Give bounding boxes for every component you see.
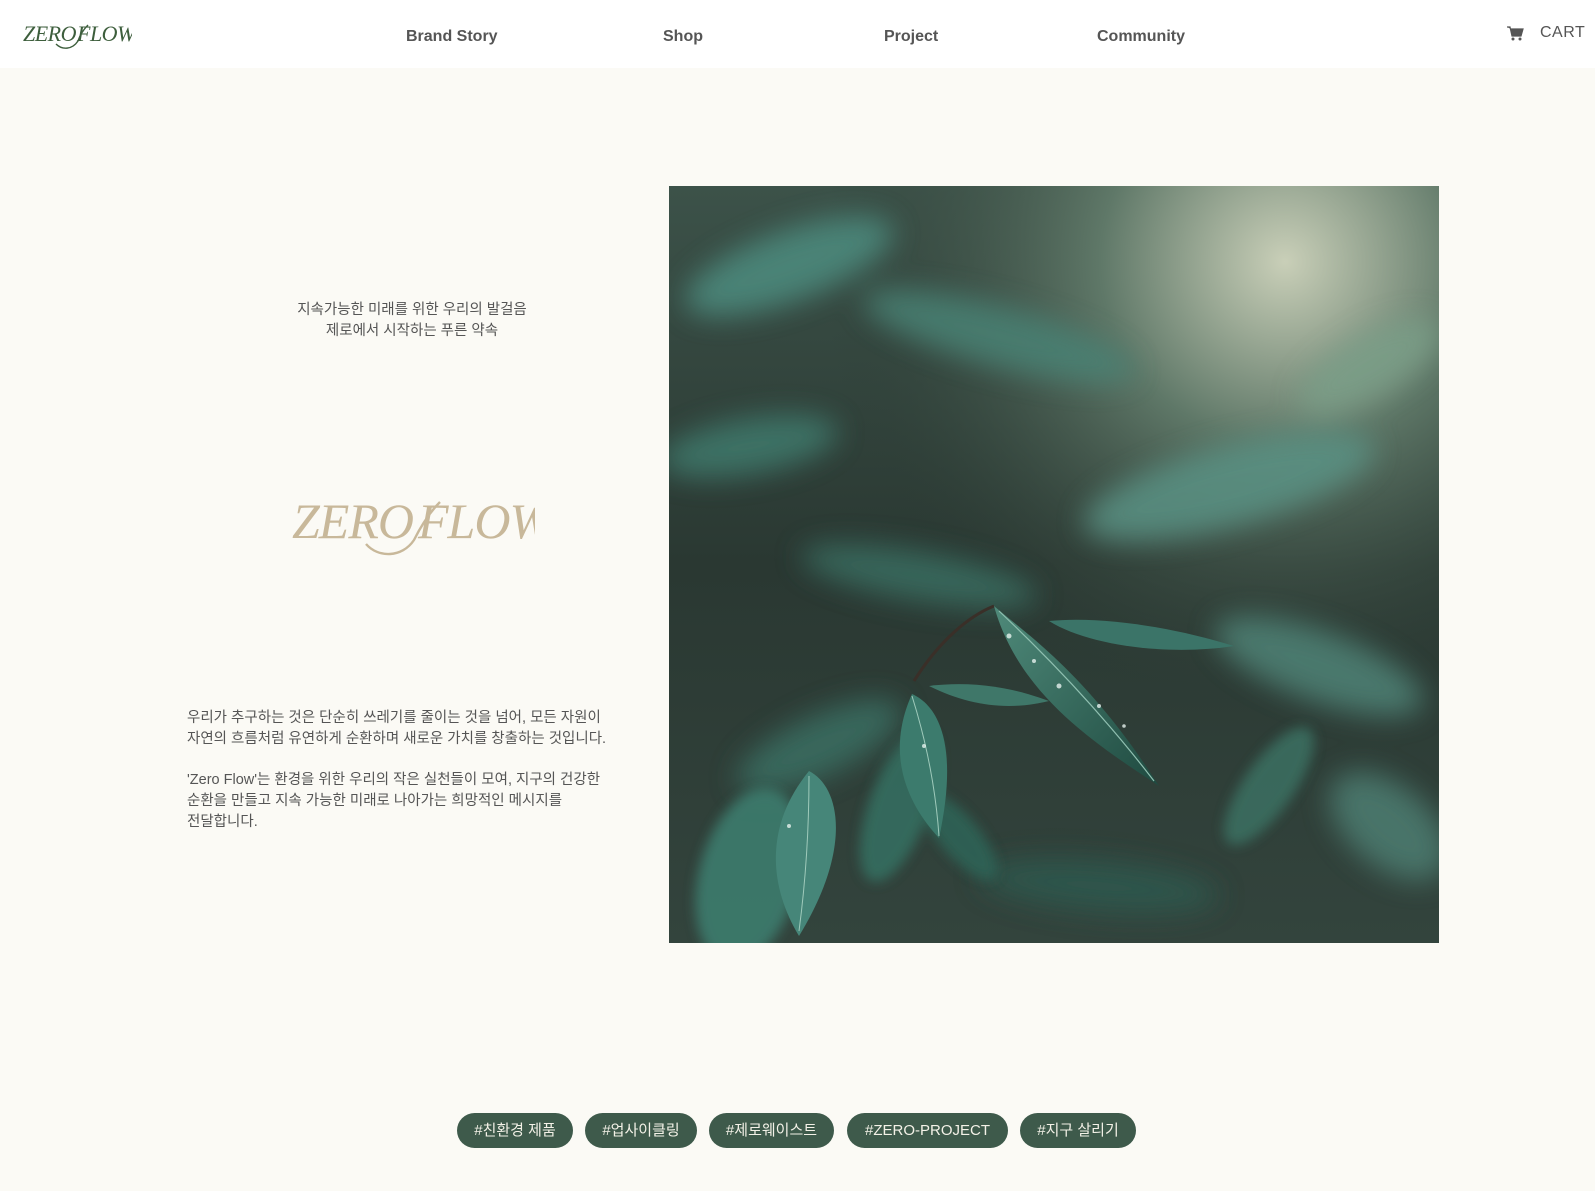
- brand-logo: ZERO FLOW: [292, 493, 535, 556]
- brand-description: 우리가 추구하는 것은 단순히 쓰레기를 줄이는 것을 넘어, 모든 자원이 자…: [187, 708, 637, 853]
- tag-zero-waste[interactable]: #제로웨이스트: [709, 1113, 834, 1148]
- nav-community[interactable]: Community: [1097, 28, 1185, 46]
- cart-label: CART: [1540, 24, 1586, 41]
- description-paragraph: 우리가 추구하는 것은 단순히 쓰레기를 줄이는 것을 넘어, 모든 자원이 자…: [187, 708, 637, 750]
- cart-icon: [1507, 25, 1524, 40]
- site-header: ZERO FLOW Brand Story Shop Project Commu…: [0, 0, 1595, 68]
- description-line: 'Zero Flow'는 환경을 위한 우리의 작은 실천들이 모여, 지구의 …: [187, 772, 601, 788]
- svg-text:ZERO: ZERO: [292, 493, 413, 549]
- description-line: 자연의 흐름처럼 유연하게 순환하며 새로운 가치를 창출하는 것입니다.: [187, 731, 607, 747]
- cart-button[interactable]: CART: [1507, 23, 1585, 43]
- tag-save-earth[interactable]: #지구 살리기: [1020, 1113, 1136, 1148]
- tagline-line: 지속가능한 미래를 위한 우리의 발걸음: [297, 302, 527, 318]
- hashtag-list: #친환경 제품 #업사이클링 #제로웨이스트 #ZERO-PROJECT #지구…: [0, 1113, 1595, 1149]
- nav-shop[interactable]: Shop: [663, 28, 703, 46]
- nav-brand-story[interactable]: Brand Story: [406, 28, 498, 46]
- nav-project[interactable]: Project: [884, 28, 938, 46]
- tag-eco-products[interactable]: #친환경 제품: [457, 1113, 573, 1148]
- hero-leaves-image: [669, 186, 1439, 943]
- description-line: 우리가 추구하는 것은 단순히 쓰레기를 줄이는 것을 넘어, 모든 자원이: [187, 710, 601, 726]
- tag-zero-project[interactable]: #ZERO-PROJECT: [847, 1113, 1008, 1148]
- description-line: 전달합니다.: [187, 814, 258, 830]
- tag-upcycling[interactable]: #업사이클링: [585, 1113, 697, 1148]
- description-paragraph: 'Zero Flow'는 환경을 위한 우리의 작은 실천들이 모여, 지구의 …: [187, 770, 637, 833]
- tagline-line: 제로에서 시작하는 푸른 약속: [325, 323, 499, 339]
- main-nav: Brand Story Shop Project Community: [0, 0, 1595, 68]
- tagline: 지속가능한 미래를 위한 우리의 발걸음 제로에서 시작하는 푸른 약속: [240, 300, 584, 342]
- svg-text:FLOW: FLOW: [417, 493, 535, 549]
- description-line: 순환을 만들고 지속 가능한 미래로 나아가는 희망적인 메시지를: [187, 793, 563, 809]
